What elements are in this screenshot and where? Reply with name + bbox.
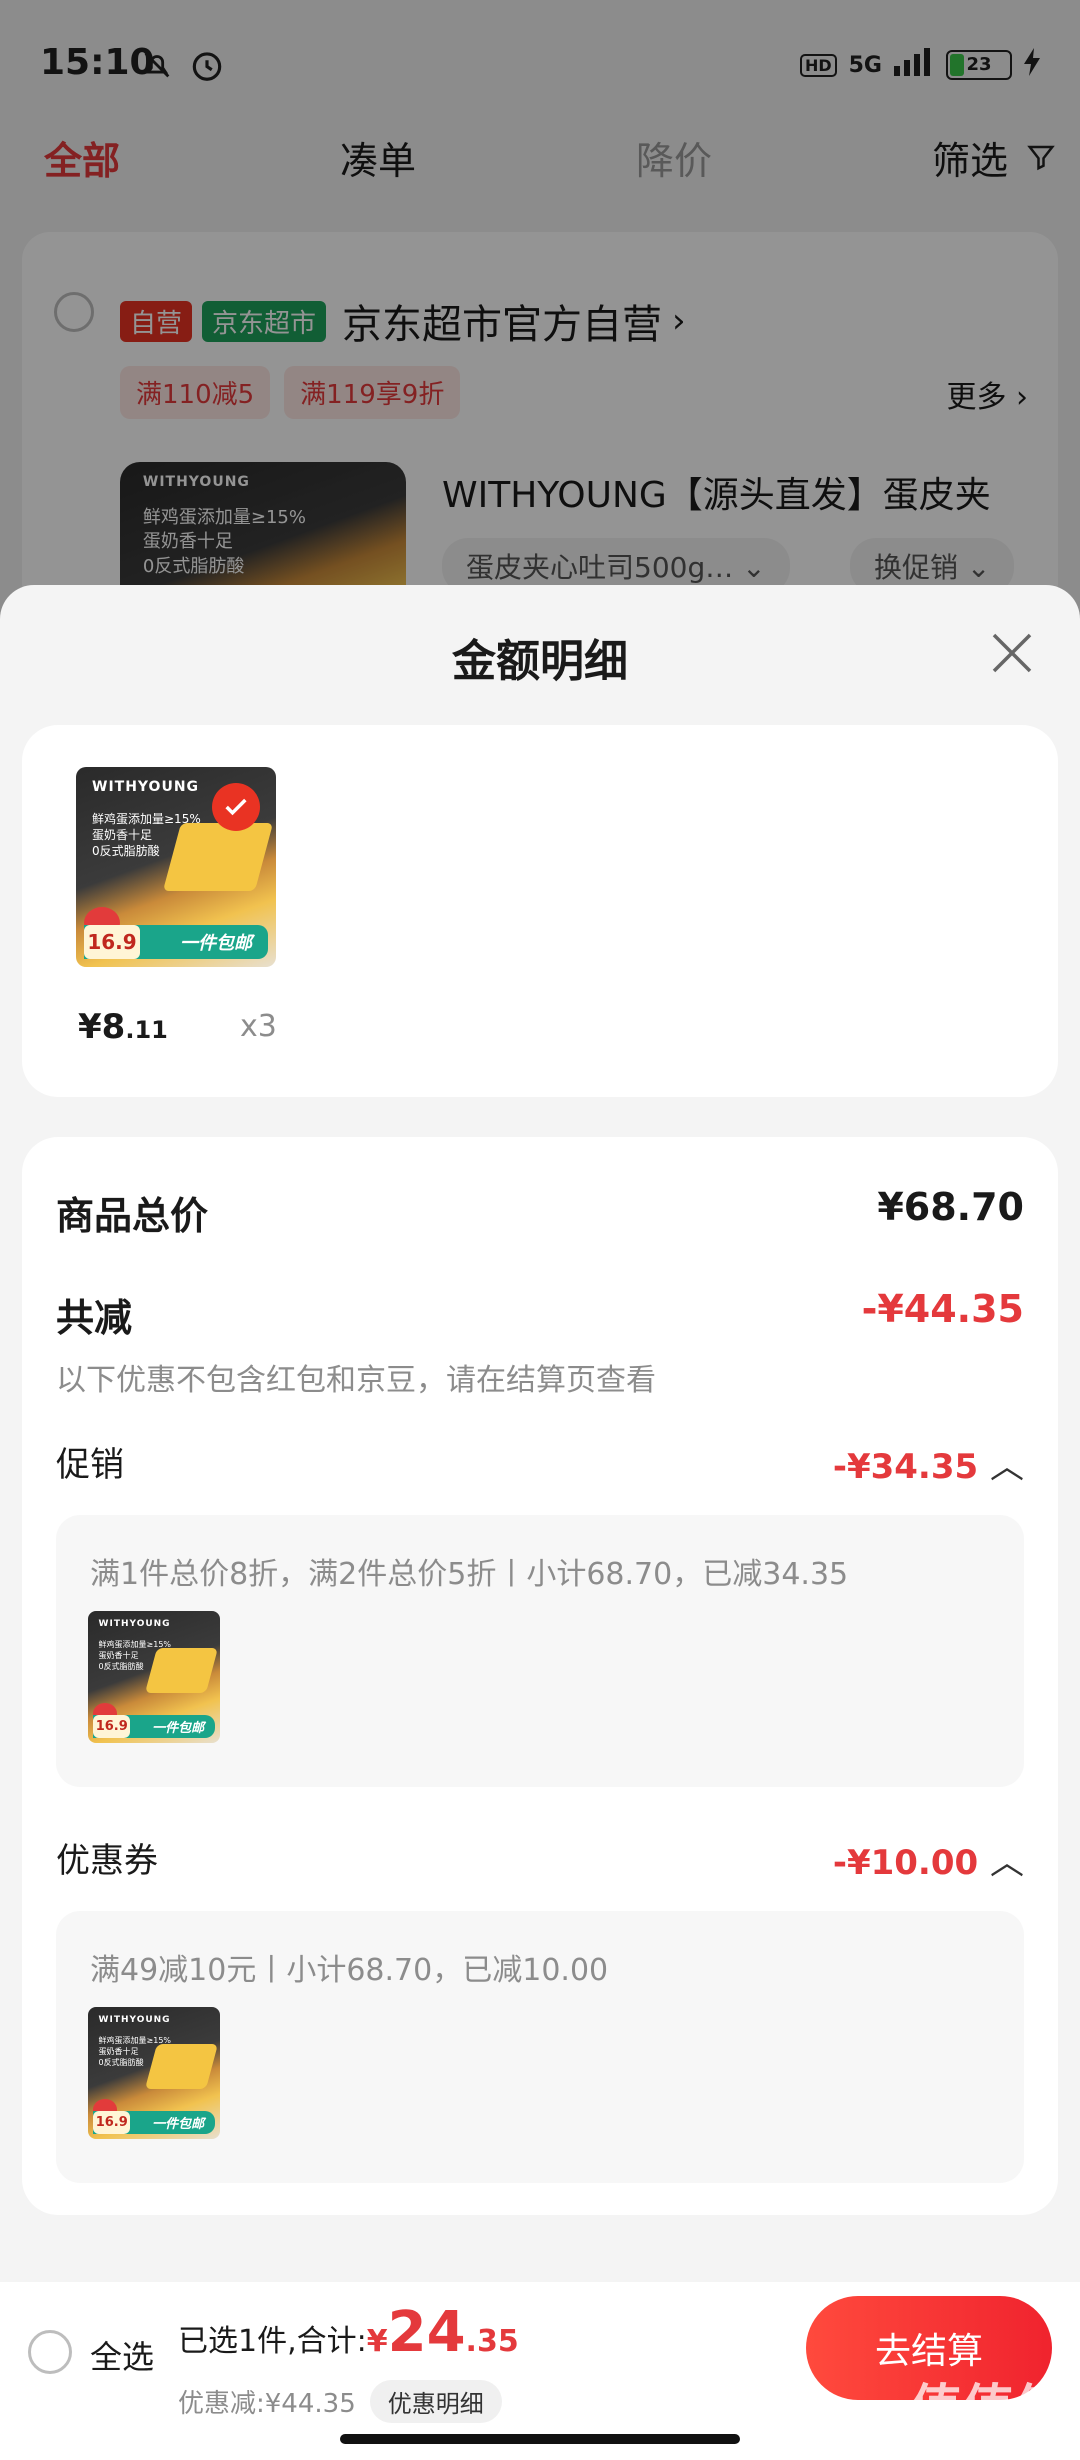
- total-summary: 已选1件,合计: ¥ 24 .35: [178, 2300, 519, 2365]
- chevron-up-icon: ︿: [990, 1447, 1024, 1487]
- amount-detail-sheet: 金额明细 WITHYOUNG 鲜鸡蛋添加量≥15% 蛋奶香十足 0反式脂肪酸 一…: [0, 585, 1080, 2285]
- coupon-label: 优惠券: [56, 1841, 158, 1881]
- product-thumbnail[interactable]: WITHYOUNG 鲜鸡蛋添加量≥15% 蛋奶香十足 0反式脂肪酸 一件包邮 1…: [76, 767, 276, 967]
- reduce-value: -¥44.35: [861, 1287, 1024, 1331]
- coupon-toggle[interactable]: -¥10.00 ︿: [833, 1835, 1024, 1884]
- checkmark-icon: [212, 783, 260, 831]
- item-price: ¥8.11: [78, 1007, 168, 1047]
- total-label: 商品总价: [56, 1194, 209, 1238]
- select-all-checkbox[interactable]: [28, 2330, 72, 2374]
- reduce-label: 共减: [56, 1296, 133, 1340]
- chevron-up-icon: ︿: [990, 1843, 1024, 1883]
- discount-row: 优惠减:¥44.35 优惠明细: [178, 2380, 502, 2423]
- promo-detail-box: 满1件总价8折，满2件总价5折丨小计68.70，已减34.35 WITHYOUN…: [56, 1515, 1024, 1787]
- reduce-note: 以下优惠不包含红包和京豆，请在结算页查看: [56, 1363, 656, 1398]
- price-breakdown-card: 商品总价 ¥68.70 共减 -¥44.35 以下优惠不包含红包和京豆，请在结算…: [22, 1137, 1058, 2215]
- selected-items-card: WITHYOUNG 鲜鸡蛋添加量≥15% 蛋奶香十足 0反式脂肪酸 一件包邮 1…: [22, 725, 1058, 1097]
- coupon-product-thumbnail: WITHYOUNG 鲜鸡蛋添加量≥15% 蛋奶香十足 0反式脂肪酸 一件包邮 1…: [88, 2007, 220, 2139]
- item-quantity: x3: [240, 1009, 277, 1044]
- close-icon[interactable]: [988, 629, 1036, 677]
- total-amount: 24: [387, 2300, 466, 2365]
- total-value: ¥68.70: [877, 1185, 1024, 1229]
- discount-detail-button[interactable]: 优惠明细: [369, 2380, 502, 2423]
- home-indicator[interactable]: [340, 2434, 740, 2444]
- promo-product-thumbnail: WITHYOUNG 鲜鸡蛋添加量≥15% 蛋奶香十足 0反式脂肪酸 一件包邮 1…: [88, 1611, 220, 1743]
- select-all-label[interactable]: 全选: [90, 2332, 154, 2378]
- sheet-title: 金额明细: [452, 636, 628, 687]
- coupon-detail-box: 满49减10元丨小计68.70，已减10.00 WITHYOUNG 鲜鸡蛋添加量…: [56, 1911, 1024, 2183]
- promo-detail-text: 满1件总价8折，满2件总价5折丨小计68.70，已减34.35: [90, 1557, 849, 1592]
- coupon-detail-text: 满49减10元丨小计68.70，已减10.00: [90, 1953, 609, 1988]
- promo-toggle[interactable]: -¥34.35 ︿: [833, 1439, 1024, 1488]
- promo-label: 促销: [56, 1445, 124, 1485]
- discount-text: 优惠减:¥44.35: [178, 2389, 356, 2419]
- watermark: 值值值 zhizhizhi.com: [909, 2380, 1066, 2459]
